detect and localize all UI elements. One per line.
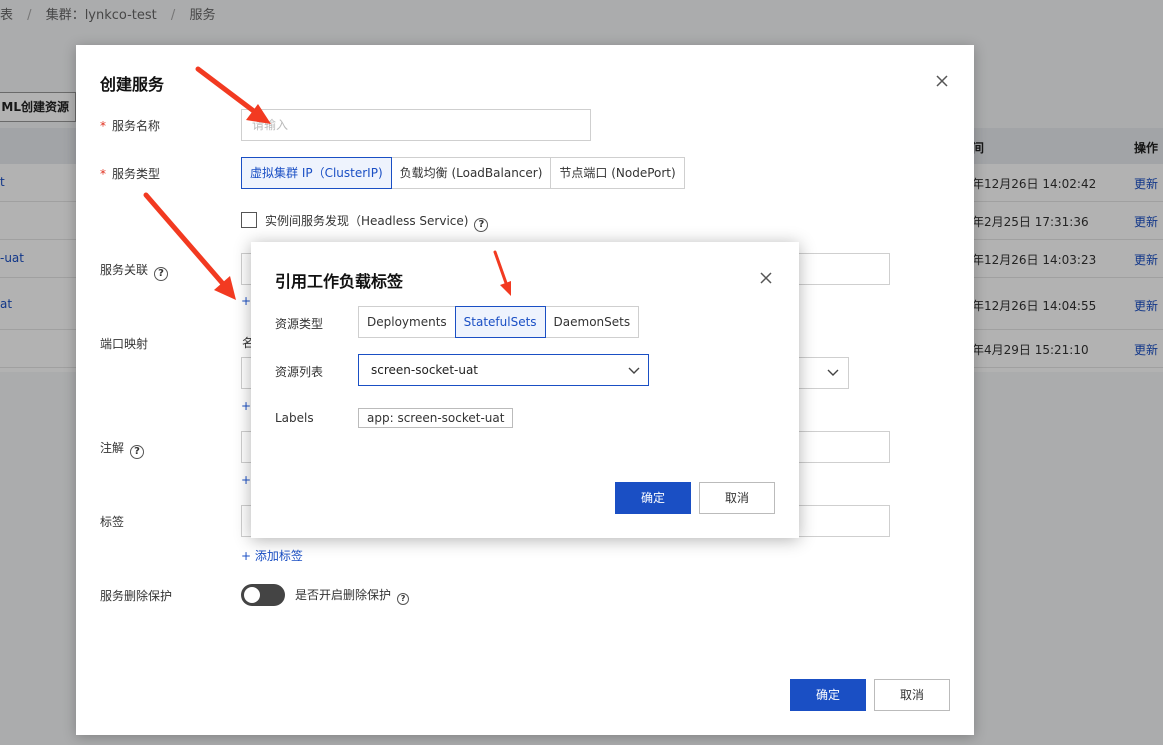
- help-icon[interactable]: ?: [130, 445, 145, 459]
- service-type-label-text: 服务类型: [112, 167, 161, 181]
- headless-checkbox[interactable]: [241, 212, 257, 228]
- service-type-segmented: 虚拟集群 IP（ClusterIP) 负载均衡 (LoadBalancer) 节…: [241, 157, 685, 189]
- resource-type-daemonsets[interactable]: DaemonSets: [544, 306, 640, 338]
- service-type-nodeport[interactable]: 节点端口 (NodePort): [550, 157, 685, 189]
- resource-type-statefulsets[interactable]: StatefulSets: [454, 306, 546, 338]
- headless-label-text: 实例间服务发现（Headless Service): [265, 214, 469, 228]
- required-mark: *: [100, 119, 106, 133]
- inner-dialog-title: 引用工作负载标签: [275, 272, 404, 291]
- add-label-link[interactable]: + 添加标签: [241, 547, 303, 564]
- association-label: 服务关联?: [100, 261, 169, 281]
- labels-label: 标签: [100, 515, 125, 529]
- help-icon[interactable]: ?: [397, 593, 410, 605]
- service-name-label: * 服务名称: [100, 117, 160, 134]
- resource-list-value: screen-socket-uat: [371, 363, 479, 377]
- labels-field-label: Labels: [275, 411, 314, 425]
- annotation-label-text: 注解: [100, 441, 125, 455]
- resource-list-label: 资源列表: [275, 365, 324, 379]
- service-name-input[interactable]: 请输入: [241, 109, 591, 141]
- help-icon[interactable]: ?: [474, 218, 489, 232]
- add-annotation-link[interactable]: +: [241, 473, 251, 487]
- service-type-clusterip[interactable]: 虚拟集群 IP（ClusterIP): [241, 157, 392, 189]
- chevron-down-icon[interactable]: [826, 365, 840, 379]
- dialog-title: 创建服务: [100, 75, 165, 94]
- annotation-label: 注解?: [100, 439, 145, 459]
- port-mapping-label: 端口映射: [100, 337, 149, 351]
- service-name-label-text: 服务名称: [112, 119, 161, 133]
- headless-label: 实例间服务发现（Headless Service)?: [265, 212, 489, 232]
- resource-type-deployments[interactable]: Deployments: [358, 306, 456, 338]
- resource-list-select[interactable]: screen-socket-uat: [358, 354, 649, 386]
- close-icon[interactable]: [758, 270, 774, 286]
- resource-type-segmented: Deployments StatefulSets DaemonSets: [358, 306, 640, 338]
- add-port-link[interactable]: +: [241, 399, 251, 413]
- delete-protect-label: 服务删除保护: [100, 589, 173, 603]
- inner-confirm-button[interactable]: 确定: [615, 482, 691, 514]
- cancel-button[interactable]: 取消: [874, 679, 950, 711]
- association-label-text: 服务关联: [100, 263, 149, 277]
- delete-protect-text: 是否开启删除保护?: [295, 586, 410, 605]
- service-type-label: * 服务类型: [100, 165, 160, 182]
- resource-type-label: 资源类型: [275, 317, 324, 331]
- service-type-loadbalancer[interactable]: 负载均衡 (LoadBalancer): [390, 157, 552, 189]
- delete-protect-text-label: 是否开启删除保护: [295, 588, 392, 602]
- label-tag: app: screen-socket-uat: [358, 408, 514, 428]
- workload-labels-dialog: 引用工作负载标签 资源类型 Deployments StatefulSets D…: [251, 242, 799, 538]
- inner-cancel-button[interactable]: 取消: [699, 482, 775, 514]
- add-association-link[interactable]: +: [241, 294, 251, 308]
- required-mark: *: [100, 167, 106, 181]
- help-icon[interactable]: ?: [154, 267, 169, 281]
- chevron-down-icon[interactable]: [627, 363, 641, 377]
- confirm-button[interactable]: 确定: [790, 679, 866, 711]
- delete-protect-toggle[interactable]: [241, 584, 285, 606]
- close-icon[interactable]: [934, 73, 950, 89]
